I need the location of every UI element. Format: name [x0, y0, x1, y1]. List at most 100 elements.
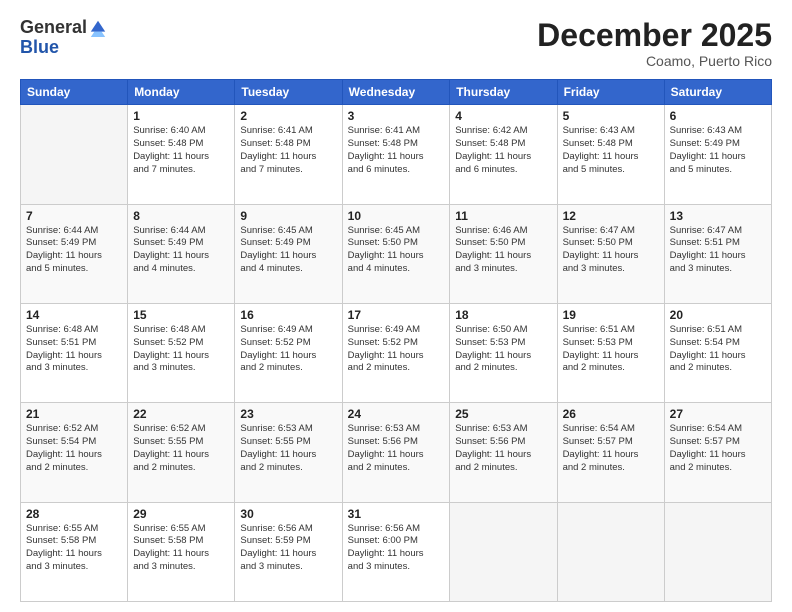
day-number: 20 — [670, 308, 766, 322]
calendar-cell: 28Sunrise: 6:55 AM Sunset: 5:58 PM Dayli… — [21, 502, 128, 601]
day-number: 7 — [26, 209, 122, 223]
calendar-cell: 15 Sunrise: 6:48 AM Sunset: 5:52 PM Dayli… — [128, 303, 235, 402]
calendar-cell: 22 Sunrise: 6:52 AM Sunset: 5:55 PM Dayli… — [128, 403, 235, 502]
day-number: 27 — [670, 407, 766, 421]
day-info: Sunrise: 6:53 AM Sunset: 5:56 PM Dayligh… — [348, 423, 445, 474]
calendar-cell — [21, 105, 128, 204]
day-info: Sunrise: 6:47 AM Sunset: 5:50 PM Dayligh… — [563, 225, 659, 276]
day-info: Sunrise: 6:48 AM Sunset: 5:51 PM Dayligh… — [26, 324, 122, 375]
day-number: 19 — [563, 308, 659, 322]
calendar-cell: 27 Sunrise: 6:54 AM Sunset: 5:57 PM Dayli… — [664, 403, 771, 502]
calendar-cell: 14 Sunrise: 6:48 AM Sunset: 5:51 PM Dayli… — [21, 303, 128, 402]
day-info: Sunrise: 6:44 AM Sunset: 5:49 PM Dayligh… — [26, 225, 122, 276]
day-number: 9 — [240, 209, 336, 223]
column-header-tuesday: Tuesday — [235, 80, 342, 105]
day-info: Sunrise: 6:43 AM Sunset: 5:48 PM Dayligh… — [563, 125, 659, 176]
calendar-cell: 24 Sunrise: 6:53 AM Sunset: 5:56 PM Dayli… — [342, 403, 450, 502]
day-number: 24 — [348, 407, 445, 421]
day-info: Sunrise: 6:48 AM Sunset: 5:52 PM Dayligh… — [133, 324, 229, 375]
day-info: Sunrise: 6:45 AM Sunset: 5:49 PM Dayligh… — [240, 225, 336, 276]
day-info: Sunrise: 6:52 AM Sunset: 5:55 PM Dayligh… — [133, 423, 229, 474]
calendar-cell: 19 Sunrise: 6:51 AM Sunset: 5:53 PM Dayli… — [557, 303, 664, 402]
day-info: Sunrise: 6:53 AM Sunset: 5:56 PM Dayligh… — [455, 423, 551, 474]
day-info: Sunrise: 6:40 AM Sunset: 5:48 PM Dayligh… — [133, 125, 229, 176]
calendar-header-row: SundayMondayTuesdayWednesdayThursdayFrid… — [21, 80, 772, 105]
day-number: 21 — [26, 407, 122, 421]
calendar-cell: 31 Sunrise: 6:56 AM Sunset: 6:00 PM Dayli… — [342, 502, 450, 601]
calendar-cell: 30 Sunrise: 6:56 AM Sunset: 5:59 PM Dayli… — [235, 502, 342, 601]
day-info: Sunrise: 6:52 AM Sunset: 5:54 PM Dayligh… — [26, 423, 122, 474]
day-number: 31 — [348, 507, 445, 521]
day-info: Sunrise: 6:56 AM Sunset: 5:59 PM Dayligh… — [240, 523, 336, 574]
calendar-cell: 7 Sunrise: 6:44 AM Sunset: 5:49 PM Daylig… — [21, 204, 128, 303]
day-number: 17 — [348, 308, 445, 322]
day-info: Sunrise: 6:49 AM Sunset: 5:52 PM Dayligh… — [240, 324, 336, 375]
day-info: Sunrise: 6:44 AM Sunset: 5:49 PM Dayligh… — [133, 225, 229, 276]
day-number: 6 — [670, 109, 766, 123]
calendar-cell — [664, 502, 771, 601]
logo-general-text: General — [20, 18, 87, 38]
calendar-cell: 26Sunrise: 6:54 AM Sunset: 5:57 PM Dayli… — [557, 403, 664, 502]
calendar-cell: 12 Sunrise: 6:47 AM Sunset: 5:50 PM Dayli… — [557, 204, 664, 303]
calendar-cell: 21 Sunrise: 6:52 AM Sunset: 5:54 PM Dayli… — [21, 403, 128, 502]
day-number: 1 — [133, 109, 229, 123]
calendar-cell: 6Sunrise: 6:43 AM Sunset: 5:49 PM Daylig… — [664, 105, 771, 204]
calendar-cell: 17 Sunrise: 6:49 AM Sunset: 5:52 PM Dayli… — [342, 303, 450, 402]
day-info: Sunrise: 6:41 AM Sunset: 5:48 PM Dayligh… — [348, 125, 445, 176]
column-header-sunday: Sunday — [21, 80, 128, 105]
column-header-thursday: Thursday — [450, 80, 557, 105]
day-info: Sunrise: 6:49 AM Sunset: 5:52 PM Dayligh… — [348, 324, 445, 375]
calendar-cell: 4Sunrise: 6:42 AM Sunset: 5:48 PM Daylig… — [450, 105, 557, 204]
location: Coamo, Puerto Rico — [537, 53, 772, 69]
calendar-cell: 2 Sunrise: 6:41 AM Sunset: 5:48 PM Daylig… — [235, 105, 342, 204]
calendar-cell: 16Sunrise: 6:49 AM Sunset: 5:52 PM Dayli… — [235, 303, 342, 402]
day-info: Sunrise: 6:41 AM Sunset: 5:48 PM Dayligh… — [240, 125, 336, 176]
day-number: 30 — [240, 507, 336, 521]
day-number: 18 — [455, 308, 551, 322]
week-row-5: 28 Sunrise: 6:55 AM Sunset: 5:58 PM Dayli… — [21, 502, 772, 601]
calendar-cell: 25 Sunrise: 6:53 AM Sunset: 5:56 PM Dayli… — [450, 403, 557, 502]
day-info: Sunrise: 6:51 AM Sunset: 5:53 PM Dayligh… — [563, 324, 659, 375]
calendar-cell: 5 Sunrise: 6:43 AM Sunset: 5:48 PM Daylig… — [557, 105, 664, 204]
day-info: Sunrise: 6:51 AM Sunset: 5:54 PM Dayligh… — [670, 324, 766, 375]
day-info: Sunrise: 6:54 AM Sunset: 5:57 PM Dayligh… — [670, 423, 766, 474]
calendar-cell: 20 Sunrise: 6:51 AM Sunset: 5:54 PM Dayli… — [664, 303, 771, 402]
day-info: Sunrise: 6:56 AM Sunset: 6:00 PM Dayligh… — [348, 523, 445, 574]
day-number: 22 — [133, 407, 229, 421]
logo-blue-text: Blue — [20, 38, 107, 56]
week-row-4: 21 Sunrise: 6:52 AM Sunset: 5:54 PM Dayli… — [21, 403, 772, 502]
day-number: 2 — [240, 109, 336, 123]
calendar-cell: 8 Sunrise: 6:44 AM Sunset: 5:49 PM Daylig… — [128, 204, 235, 303]
day-number: 25 — [455, 407, 551, 421]
calendar-cell: 3 Sunrise: 6:41 AM Sunset: 5:48 PM Daylig… — [342, 105, 450, 204]
calendar-cell: 18Sunrise: 6:50 AM Sunset: 5:53 PM Dayli… — [450, 303, 557, 402]
day-number: 14 — [26, 308, 122, 322]
day-number: 12 — [563, 209, 659, 223]
calendar-cell: 11 Sunrise: 6:46 AM Sunset: 5:50 PM Dayli… — [450, 204, 557, 303]
day-number: 11 — [455, 209, 551, 223]
calendar-cell: 9 Sunrise: 6:45 AM Sunset: 5:49 PM Daylig… — [235, 204, 342, 303]
day-info: Sunrise: 6:47 AM Sunset: 5:51 PM Dayligh… — [670, 225, 766, 276]
calendar-cell: 29 Sunrise: 6:55 AM Sunset: 5:58 PM Dayli… — [128, 502, 235, 601]
day-number: 3 — [348, 109, 445, 123]
day-number: 10 — [348, 209, 445, 223]
day-info: Sunrise: 6:55 AM Sunset: 5:58 PM Dayligh… — [133, 523, 229, 574]
month-title: December 2025 — [537, 18, 772, 53]
calendar-cell — [557, 502, 664, 601]
column-header-saturday: Saturday — [664, 80, 771, 105]
day-number: 29 — [133, 507, 229, 521]
header: General Blue December 2025 Coamo, Puerto… — [20, 18, 772, 69]
day-number: 28 — [26, 507, 122, 521]
day-number: 15 — [133, 308, 229, 322]
day-number: 4 — [455, 109, 551, 123]
day-info: Sunrise: 6:54 AM Sunset: 5:57 PM Dayligh… — [563, 423, 659, 474]
week-row-1: 1 Sunrise: 6:40 AM Sunset: 5:48 PM Daylig… — [21, 105, 772, 204]
calendar-cell: 13Sunrise: 6:47 AM Sunset: 5:51 PM Dayli… — [664, 204, 771, 303]
week-row-2: 7 Sunrise: 6:44 AM Sunset: 5:49 PM Daylig… — [21, 204, 772, 303]
logo-icon — [89, 19, 107, 37]
day-number: 5 — [563, 109, 659, 123]
day-info: Sunrise: 6:46 AM Sunset: 5:50 PM Dayligh… — [455, 225, 551, 276]
calendar-cell: 10Sunrise: 6:45 AM Sunset: 5:50 PM Dayli… — [342, 204, 450, 303]
day-number: 8 — [133, 209, 229, 223]
day-info: Sunrise: 6:53 AM Sunset: 5:55 PM Dayligh… — [240, 423, 336, 474]
